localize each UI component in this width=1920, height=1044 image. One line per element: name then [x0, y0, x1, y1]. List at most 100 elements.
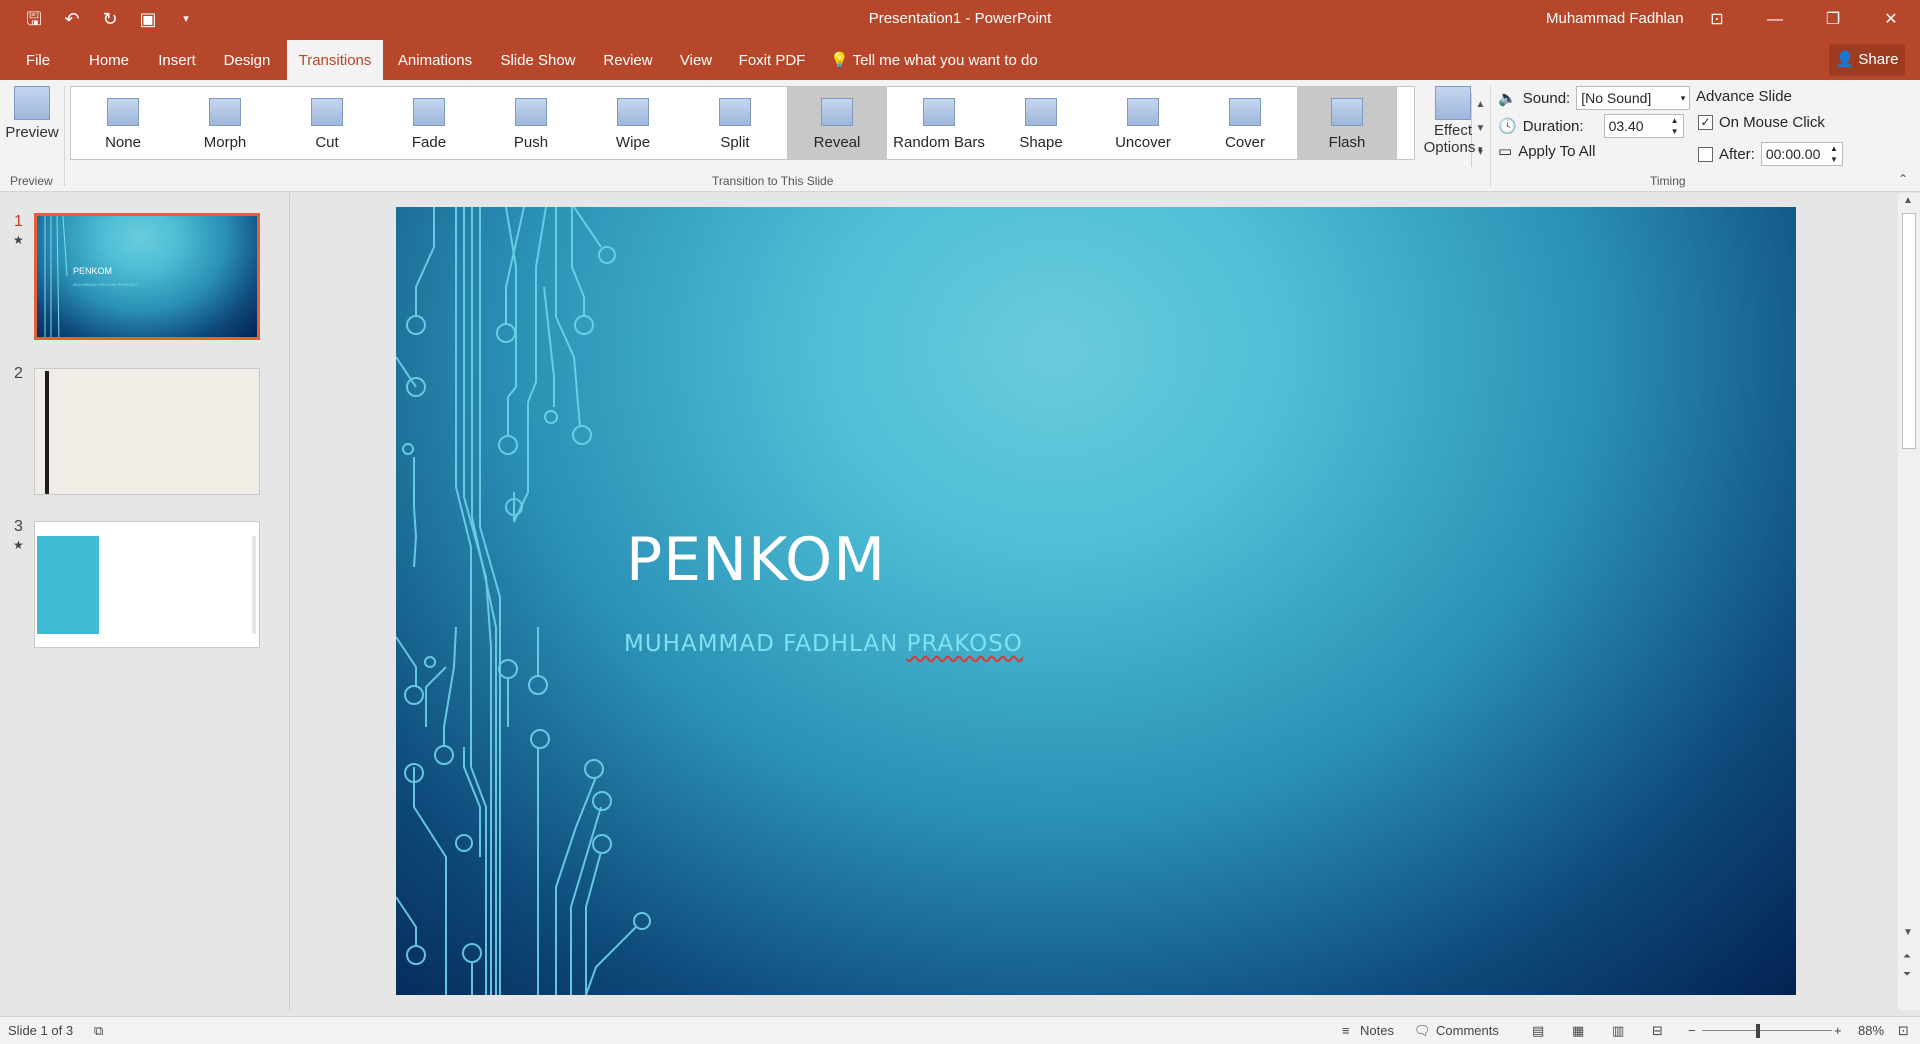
user-name[interactable]: Muhammad Fadhlan [1546, 10, 1684, 27]
cut-transition-icon [311, 98, 343, 126]
morph-transition-icon [209, 98, 241, 126]
transition-shape[interactable]: Shape [991, 87, 1091, 159]
fit-slide-icon[interactable]: ⊡ [1898, 1023, 1909, 1039]
sound-value: [No Sound] [1581, 90, 1652, 106]
sound-label: Sound: [1522, 89, 1571, 107]
on-mouse-click-row[interactable]: ✓ On Mouse Click [1698, 114, 1825, 131]
flash-transition-icon [1331, 98, 1363, 126]
next-slide-icon[interactable]: ⏷ [1903, 969, 1911, 980]
zoom-level[interactable]: 88% [1858, 1023, 1884, 1038]
sound-dropdown[interactable]: [No Sound] ▾ [1576, 86, 1691, 110]
transition-wipe[interactable]: Wipe [583, 87, 683, 159]
notes-button[interactable]: Notes [1360, 1023, 1394, 1038]
notes-icon: ≡ [1342, 1023, 1350, 1038]
thumbnail-right-bar [252, 536, 256, 634]
tab-foxit-pdf[interactable]: Foxit PDF [734, 40, 810, 80]
after-row: After: 00:00.00 ▲ ▼ [1698, 142, 1843, 166]
apply-to-all-button[interactable]: ▭ Apply To All [1498, 142, 1595, 161]
previous-slide-icon[interactable]: ⏶ [1903, 951, 1911, 962]
subtitle-text: MUHAMMAD FADHLAN [624, 631, 907, 657]
transition-uncover[interactable]: Uncover [1093, 87, 1193, 159]
transition-morph[interactable]: Morph [175, 87, 275, 159]
minimize-icon[interactable]: — [1746, 0, 1804, 40]
tab-home[interactable]: Home [80, 40, 138, 80]
preview-icon [14, 86, 50, 120]
duration-spinner[interactable]: 03.40 ▲ ▼ [1603, 114, 1684, 138]
zoom-in-icon[interactable]: + [1834, 1023, 1842, 1038]
sound-icon: 🔈 [1498, 90, 1517, 107]
slide-scrollbar[interactable]: ▲ ▼ ⏶ ⏷ [1898, 193, 1920, 1010]
zoom-slider[interactable] [1702, 1030, 1832, 1031]
transition-reveal[interactable]: Reveal [787, 87, 887, 159]
split-transition-icon [719, 98, 751, 126]
slide-thumbnail-2[interactable] [34, 368, 260, 495]
after-spinner[interactable]: 00:00.00 ▲ ▼ [1760, 142, 1843, 166]
effect-options-button[interactable]: Effect Options ▾ [1422, 86, 1484, 156]
ribbon-display-icon[interactable]: ⊡ [1688, 0, 1746, 40]
after-value: 00:00.00 [1765, 146, 1821, 162]
slide-sorter-icon[interactable]: ▦ [1572, 1023, 1584, 1039]
transition-split[interactable]: Split [685, 87, 785, 159]
reveal-transition-icon [821, 98, 853, 126]
comments-icon: 🗨 [1414, 1023, 1431, 1038]
tab-animations[interactable]: Animations [392, 40, 478, 80]
spinner-arrows-icon: ▲ ▼ [1670, 116, 1679, 136]
slide-show-icon[interactable]: ⊟ [1652, 1023, 1663, 1039]
duration-row: 🕓 Duration: 03.40 ▲ ▼ [1498, 114, 1684, 138]
transition-fade[interactable]: Fade [379, 87, 479, 159]
tab-view[interactable]: View [672, 40, 720, 80]
on-mouse-click-checkbox[interactable]: ✓ [1698, 115, 1713, 130]
duration-label: Duration: [1522, 117, 1584, 135]
share-button[interactable]: 👤 Share [1829, 44, 1905, 76]
reading-view-icon[interactable]: ▥ [1612, 1023, 1624, 1039]
collapse-ribbon-icon[interactable]: ⌃ [1898, 172, 1908, 186]
share-label: Share [1858, 51, 1899, 68]
slide-counter[interactable]: Slide 1 of 3 [8, 1023, 73, 1038]
tell-me-box[interactable]: 💡 Tell me what you want to do [830, 40, 1038, 80]
scroll-down-icon[interactable]: ▼ [1903, 927, 1913, 938]
slide-title[interactable]: PENKOM [626, 525, 886, 595]
transition-flash[interactable]: Flash [1297, 87, 1397, 159]
zoom-out-icon[interactable]: − [1688, 1023, 1696, 1038]
advance-slide-label: Advance Slide [1696, 88, 1792, 105]
current-slide[interactable]: PENKOM MUHAMMAD FADHLAN PRAKOSO [396, 207, 1796, 995]
spell-check-icon[interactable]: ⧉ [94, 1023, 103, 1039]
tab-review[interactable]: Review [598, 40, 658, 80]
slide-thumbnail-1[interactable]: PENKOM MUHAMMAD FADHLAN PRAKOSO [34, 213, 260, 340]
ribbon: Preview Preview None Morph Cut Fade Push… [0, 80, 1920, 192]
comments-button[interactable]: Comments [1436, 1023, 1499, 1038]
normal-view-icon[interactable]: ▤ [1532, 1023, 1544, 1039]
animation-star-icon: ★ [13, 538, 24, 552]
effect-options-icon [1435, 86, 1471, 120]
tab-insert[interactable]: Insert [150, 40, 204, 80]
clock-icon: 🕓 [1498, 118, 1517, 135]
thumbnail-number: 1 [14, 213, 23, 230]
spinner-arrows-icon: ▲ ▼ [1829, 144, 1838, 164]
transition-random-bars[interactable]: Random Bars [889, 87, 989, 159]
close-icon[interactable]: ✕ [1862, 0, 1920, 40]
preview-button[interactable]: Preview [4, 86, 60, 141]
transition-gallery: None Morph Cut Fade Push Wipe Split Reve… [70, 86, 1485, 167]
slide-thumbnail-3[interactable] [34, 521, 260, 648]
tab-slide-show[interactable]: Slide Show [494, 40, 582, 80]
timing-group-label: Timing [1650, 174, 1686, 188]
duration-value: 03.40 [1608, 118, 1644, 134]
scroll-thumb[interactable] [1902, 213, 1916, 449]
tab-design[interactable]: Design [216, 40, 278, 80]
zoom-slider-handle[interactable] [1756, 1024, 1760, 1038]
wipe-transition-icon [617, 98, 649, 126]
transition-push[interactable]: Push [481, 87, 581, 159]
transition-cut[interactable]: Cut [277, 87, 377, 159]
transition-none[interactable]: None [73, 87, 173, 159]
transition-cover[interactable]: Cover [1195, 87, 1295, 159]
tab-transitions[interactable]: Transitions [287, 40, 383, 80]
tab-file[interactable]: File [14, 40, 62, 80]
after-checkbox[interactable] [1698, 146, 1713, 162]
slide-subtitle[interactable]: MUHAMMAD FADHLAN PRAKOSO [624, 631, 1023, 657]
tell-me-text: Tell me what you want to do [852, 52, 1038, 69]
scroll-up-icon[interactable]: ▲ [1903, 195, 1913, 206]
thumbnail-title: PENKOM [73, 266, 113, 276]
restore-icon[interactable]: ❐ [1804, 0, 1862, 40]
transitions-group-label: Transition to This Slide [712, 174, 834, 188]
status-bar: Slide 1 of 3 ⧉ ≡ Notes 🗨 Comments ▤ ▦ ▥ … [0, 1016, 1920, 1044]
